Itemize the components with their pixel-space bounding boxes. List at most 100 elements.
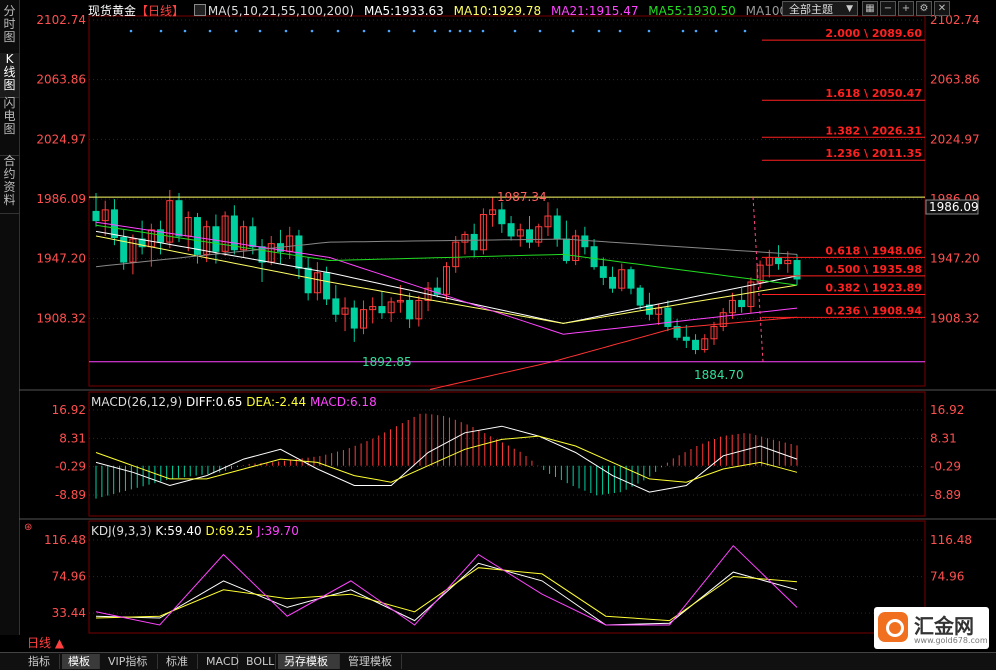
gold678-logo: 汇金网 www.gold678.com bbox=[874, 607, 989, 649]
candle-body bbox=[175, 200, 183, 237]
candle-body bbox=[110, 209, 118, 239]
fib-label: 1.382 \ 2026.31 bbox=[825, 124, 922, 137]
kdj-settings-icon[interactable]: ⊛ bbox=[24, 522, 32, 533]
fib-label: 2.000 \ 2089.60 bbox=[825, 27, 922, 40]
event-marker bbox=[159, 29, 163, 33]
fib-label: 0.618 \ 1948.06 bbox=[825, 244, 922, 257]
candle-body bbox=[581, 235, 589, 248]
candle-body bbox=[562, 238, 570, 262]
chart-canvas[interactable]: 2102.74 2102.742063.86 2063.862024.97 2024.… bbox=[0, 0, 996, 652]
ma55-value: MA55:1930.50 bbox=[648, 4, 736, 18]
bottom-tab-3[interactable]: VIP指标 bbox=[102, 654, 158, 669]
bottom-tab-6[interactable]: BOLL bbox=[240, 654, 276, 669]
ma100-value: MA100 bbox=[745, 4, 788, 18]
event-marker bbox=[412, 29, 416, 33]
bottom-tab-8[interactable]: 管理模板 bbox=[342, 654, 402, 669]
logo-url: www.gold678.com bbox=[914, 636, 988, 645]
candle-body bbox=[664, 307, 672, 328]
fib-label: 0.500 \ 1935.98 bbox=[825, 263, 922, 276]
event-marker bbox=[234, 29, 238, 33]
event-marker bbox=[571, 29, 575, 33]
low-annotation-aug: 1884.70 bbox=[694, 368, 744, 382]
theme-select-label: 全部主题 bbox=[789, 3, 833, 16]
caret-up-icon: ▲ bbox=[54, 636, 65, 650]
ma-label: MA(5,10,21,55,100,200) bbox=[207, 4, 355, 18]
event-marker bbox=[647, 29, 651, 33]
candle-body bbox=[526, 229, 534, 243]
bottom-tab-7[interactable]: 另存模板 bbox=[278, 654, 340, 669]
high-annotation: 1987.34 bbox=[497, 190, 547, 204]
event-marker bbox=[597, 29, 601, 33]
fib-label: 1.618 \ 2050.47 bbox=[825, 87, 922, 100]
macd-tick-right: -0.29 bbox=[930, 460, 961, 474]
period-row: 日线 ▲ bbox=[19, 635, 996, 652]
event-marker bbox=[714, 29, 718, 33]
event-marker bbox=[258, 29, 262, 33]
kdj-j: J:39.70 bbox=[256, 524, 299, 538]
event-marker bbox=[362, 29, 366, 33]
low-annotation-july: 1892.85 bbox=[362, 355, 412, 369]
plus-icon[interactable]: + bbox=[898, 1, 914, 16]
price-tick-left: 2024.97 bbox=[36, 132, 86, 146]
event-marker bbox=[310, 29, 314, 33]
price-tick-right: 2063.86 bbox=[930, 73, 980, 87]
event-marker bbox=[387, 29, 391, 33]
grid-icon[interactable]: ▦ bbox=[862, 1, 878, 16]
settings-icon[interactable]: ⚙ bbox=[916, 1, 932, 16]
macd-header: MACD(26,12,9) DIFF:0.65 DEA:-2.44 MACD:6… bbox=[91, 395, 377, 409]
macd-tick-left: 8.31 bbox=[59, 431, 86, 445]
macd-dea: DEA:-2.44 bbox=[246, 395, 307, 409]
candle-body bbox=[636, 287, 644, 306]
candle-body bbox=[553, 215, 561, 240]
candle-body bbox=[406, 299, 414, 320]
candle-body bbox=[350, 307, 358, 329]
macd-tick-right: 16.92 bbox=[930, 403, 964, 417]
kdj-tick-right: 116.48 bbox=[930, 533, 972, 547]
bottom-tab-1[interactable]: 指标 bbox=[22, 654, 60, 669]
kdj-tick-left: 116.48 bbox=[44, 533, 86, 547]
kdj-tick-right: 74.96 bbox=[930, 570, 964, 584]
ma-indicator-icon[interactable] bbox=[193, 4, 206, 16]
bottom-tab-2[interactable]: 模板 bbox=[62, 654, 100, 669]
period-button[interactable]: 日线 ▲ bbox=[27, 636, 64, 651]
ma5-value: MA5:1933.63 bbox=[363, 4, 444, 18]
minus-icon[interactable]: − bbox=[880, 1, 896, 16]
candle-body bbox=[507, 223, 515, 237]
kdj-tick-left: 74.96 bbox=[52, 570, 86, 584]
macd-diff: DIFF:0.65 bbox=[185, 395, 243, 409]
candle-body bbox=[323, 272, 331, 300]
bottom-tab-4[interactable]: 标准 bbox=[160, 654, 198, 669]
price-tick-left: 1947.20 bbox=[36, 252, 86, 266]
candle-body bbox=[470, 233, 478, 251]
fib-label: 0.382 \ 1923.89 bbox=[825, 281, 922, 294]
fib-label: 0.236 \ 1908.94 bbox=[825, 304, 922, 317]
kdj-k: K:59.40 bbox=[155, 524, 202, 538]
ma21-value: MA21:1915.47 bbox=[550, 4, 639, 18]
theme-select[interactable]: 全部主题 ▼ bbox=[782, 1, 858, 16]
event-marker bbox=[208, 29, 212, 33]
fib-label: 1.236 \ 2011.35 bbox=[825, 147, 922, 160]
event-marker bbox=[513, 29, 517, 33]
logo-name: 汇金网 bbox=[914, 614, 974, 638]
price-tick-right: 2024.97 bbox=[930, 132, 980, 146]
event-marker bbox=[336, 29, 340, 33]
bottom-tab-5[interactable]: MACD bbox=[200, 654, 239, 669]
price-tick-left: 1986.09 bbox=[36, 192, 86, 206]
event-marker bbox=[618, 29, 622, 33]
main-header: 现货黄金【日线】 MA(5,10,21,55,100,200) MA5:1933… bbox=[88, 2, 793, 18]
candle-body bbox=[738, 299, 746, 308]
event-marker bbox=[448, 29, 452, 33]
kdj-header: KDJ(9,3,3) K:59.40 D:69.25 J:39.70 bbox=[91, 524, 299, 538]
candle-body bbox=[599, 266, 607, 278]
candle-body bbox=[692, 339, 700, 351]
event-marker bbox=[433, 29, 437, 33]
macd-label: MACD(26,12,9) bbox=[91, 395, 183, 409]
macd-panel-frame bbox=[88, 391, 926, 517]
kdj-tick-left: 33.44 bbox=[52, 606, 86, 620]
event-marker bbox=[468, 29, 472, 33]
event-marker bbox=[694, 29, 698, 33]
candle-body bbox=[378, 306, 386, 314]
close-icon[interactable]: ✕ bbox=[934, 1, 950, 16]
event-marker bbox=[284, 29, 288, 33]
candle-body bbox=[775, 256, 783, 265]
